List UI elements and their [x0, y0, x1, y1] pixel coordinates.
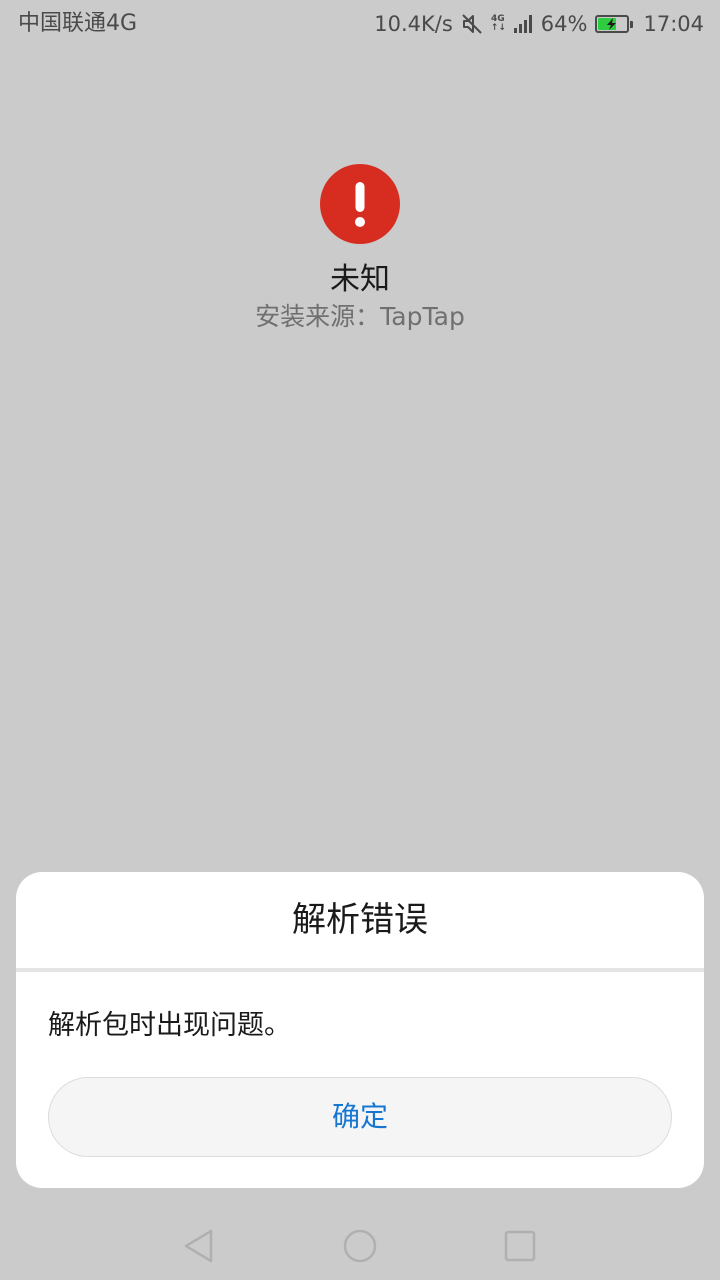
- status-icons: 10.4K/s 4G ↑↓ 64% 17:04: [374, 9, 704, 39]
- ok-button[interactable]: 确定: [48, 1077, 672, 1157]
- dialog-message: 解析包时出现问题。: [48, 1010, 291, 1041]
- signal-icon: [513, 14, 533, 34]
- parse-error-dialog: 解析错误 解析包时出现问题。 确定: [16, 872, 704, 1188]
- carrier-label: 中国联通4G: [18, 11, 138, 36]
- back-triangle-icon[interactable]: [180, 1226, 220, 1266]
- mute-icon: [461, 13, 483, 35]
- dialog-title: 解析错误: [292, 900, 428, 940]
- charging-bolt-icon: [607, 18, 617, 30]
- app-header: 未知 安装来源：TapTap: [0, 160, 720, 334]
- battery-percent: 64%: [540, 12, 588, 36]
- home-circle-icon[interactable]: [340, 1226, 380, 1266]
- clock: 17:04: [643, 12, 704, 36]
- recent-square-icon[interactable]: [500, 1226, 540, 1266]
- status-bar: 中国联通4G 10.4K/s 4G ↑↓ 64% 17:04: [0, 0, 720, 48]
- battery-icon: [595, 15, 634, 33]
- network-speed: 10.4K/s: [374, 12, 453, 36]
- install-source: 安装来源：TapTap: [255, 302, 465, 331]
- app-name: 未知: [330, 262, 390, 297]
- exclamation-icon: [320, 164, 400, 244]
- network-type-badge: 4G ↑↓: [490, 15, 506, 33]
- navigation-bar: [0, 1208, 720, 1280]
- network-arrows: ↑↓: [490, 23, 506, 33]
- screen: 中国联通4G 10.4K/s 4G ↑↓ 64% 17:04 未知 安装来源：T…: [0, 0, 720, 1280]
